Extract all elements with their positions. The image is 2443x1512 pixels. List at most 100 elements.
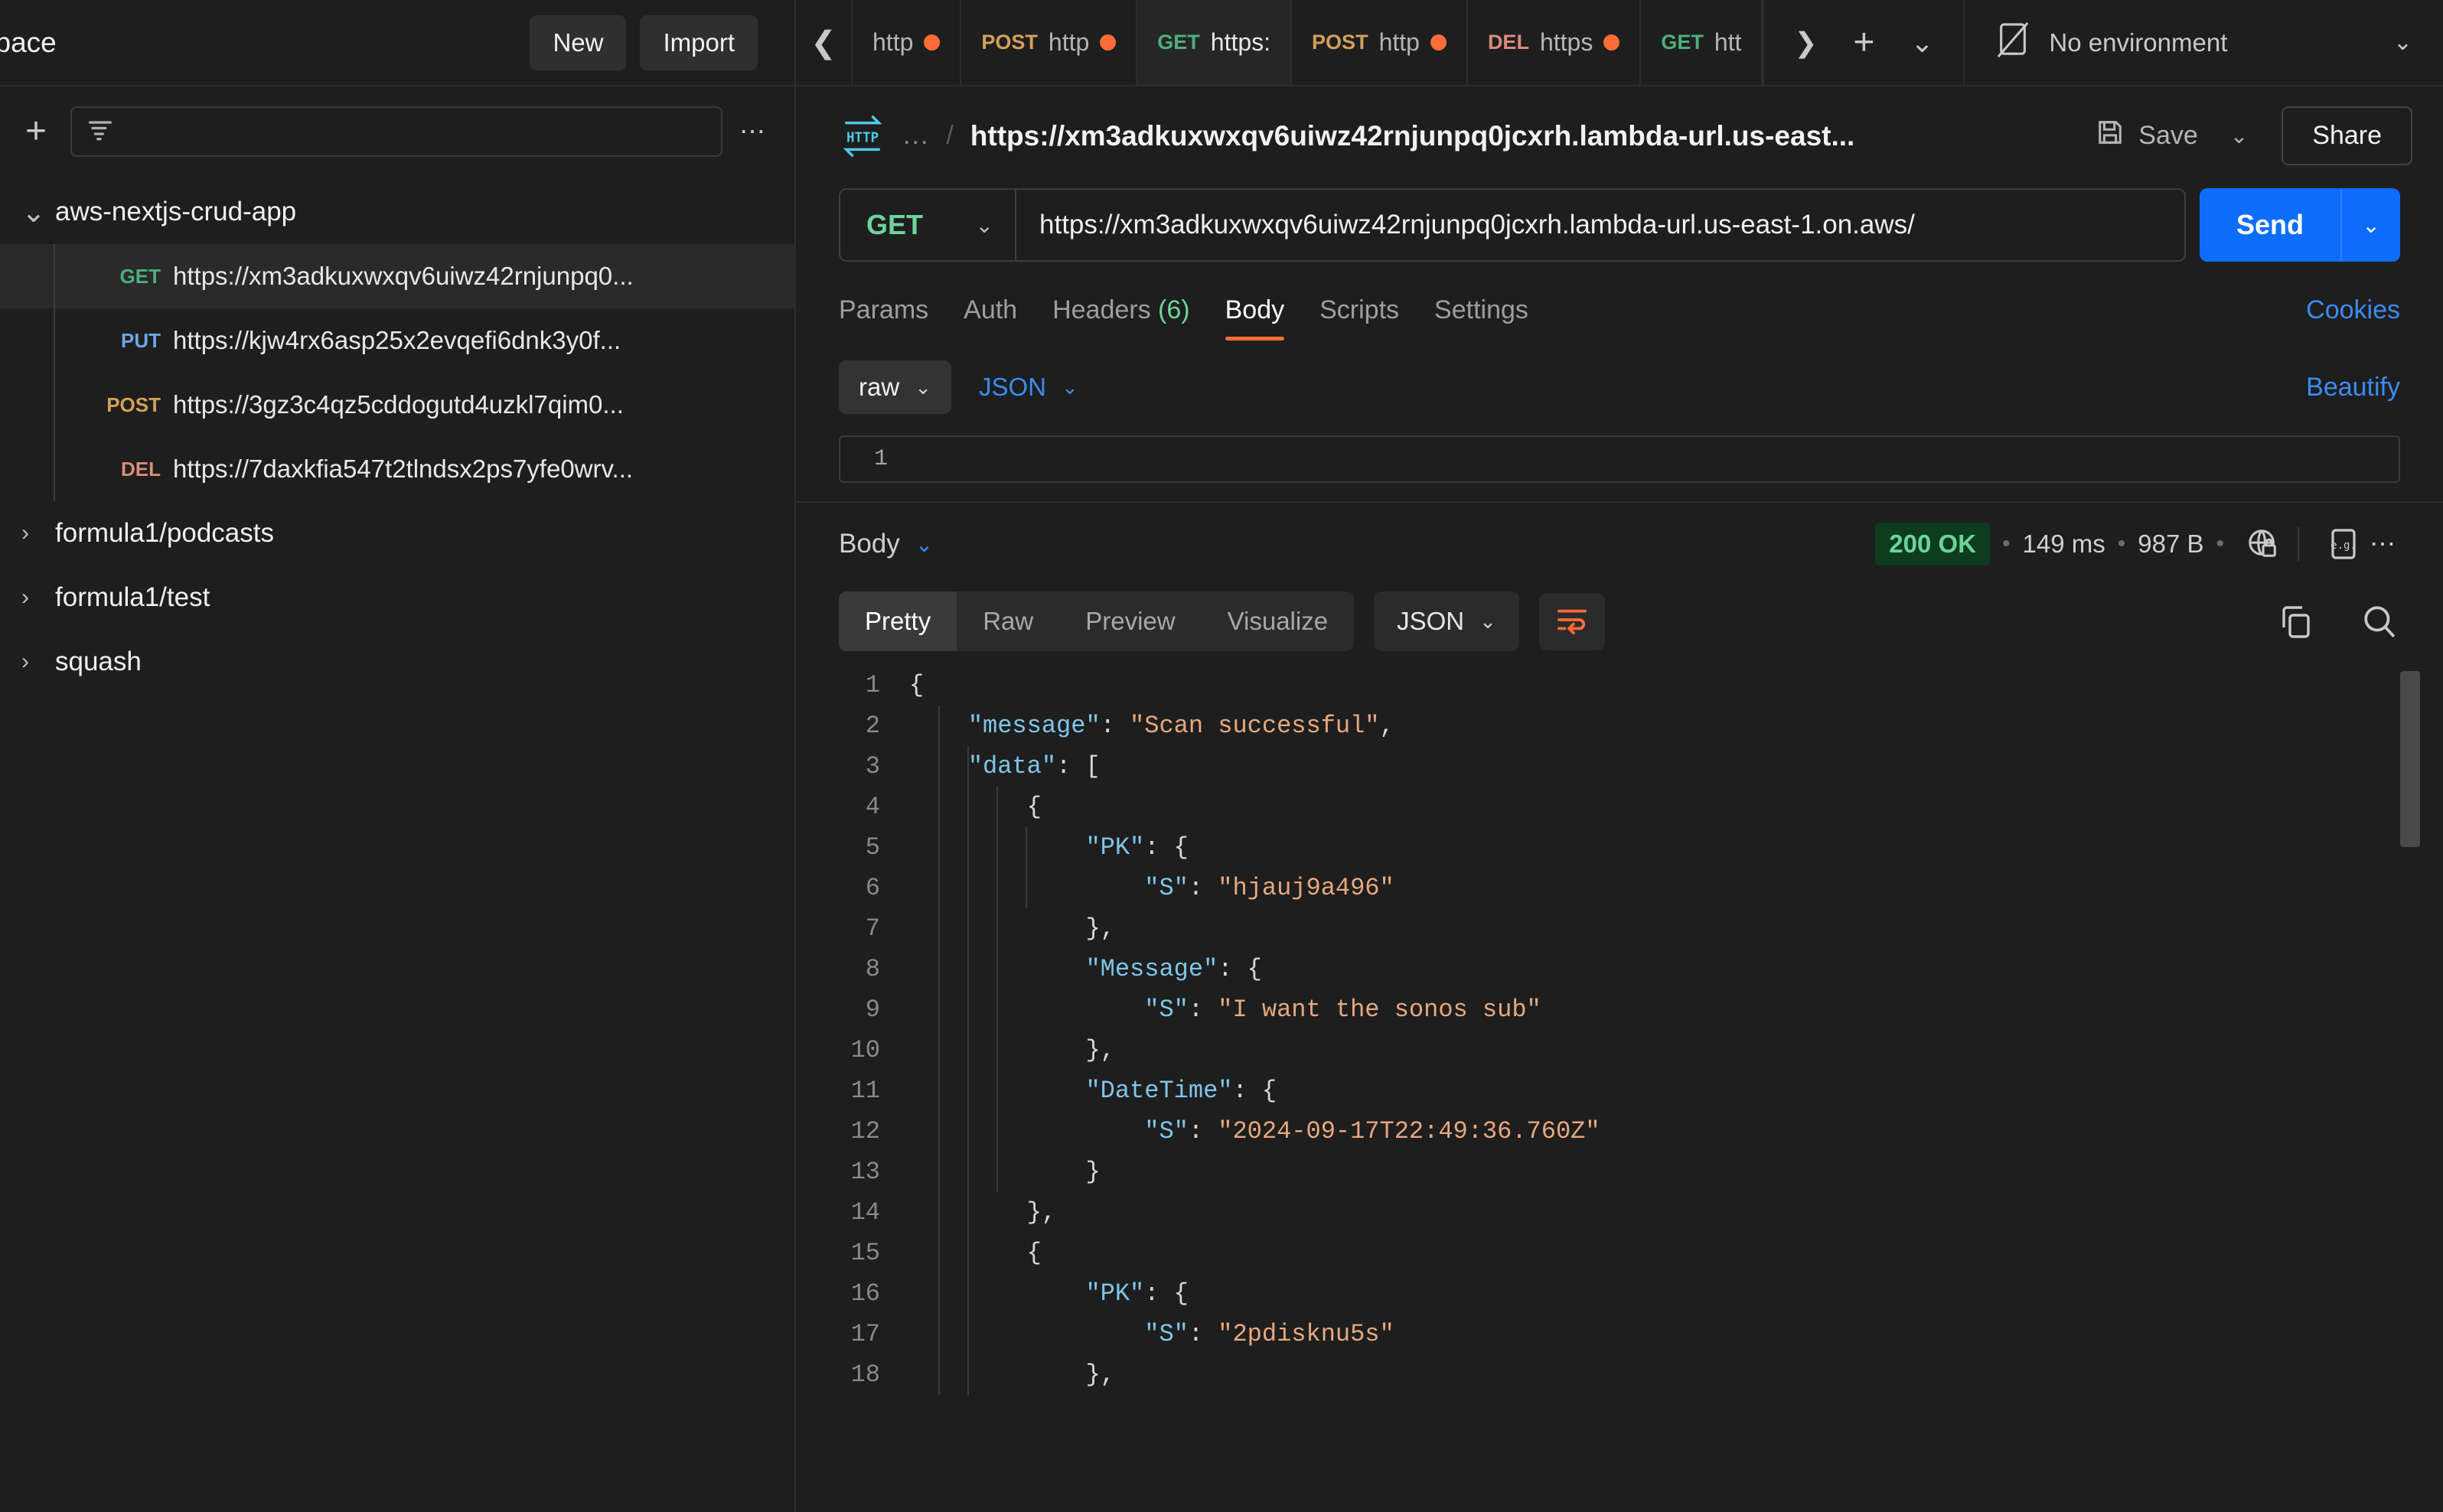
json-string: "hjauj9a496" bbox=[1218, 874, 1394, 902]
response-more-icon[interactable]: ⋯ bbox=[2370, 529, 2397, 559]
response-body-selector[interactable]: Body ⌄ bbox=[839, 529, 933, 559]
request-tab[interactable]: http bbox=[851, 0, 962, 85]
request-tab[interactable]: DEL https bbox=[1468, 0, 1642, 85]
tab-body[interactable]: Body bbox=[1225, 285, 1284, 341]
response-pane: Body ⌄ 200 OK • 149 ms • 987 B • e.g. ⋯ … bbox=[796, 501, 2443, 1512]
word-wrap-button[interactable] bbox=[1538, 592, 1605, 650]
line-number: 14 bbox=[850, 1198, 880, 1227]
request-url: https://3gz3c4qz5cddogutd4uzkl7qim0... bbox=[173, 390, 624, 419]
response-tab-raw[interactable]: Raw bbox=[957, 591, 1059, 651]
tab-settings[interactable]: Settings bbox=[1434, 285, 1528, 341]
no-environment-icon bbox=[1995, 21, 2030, 64]
status-badge: 200 OK bbox=[1875, 523, 1990, 565]
chevron-down-icon[interactable]: ⌄ bbox=[2393, 29, 2412, 56]
share-button[interactable]: Share bbox=[2282, 106, 2412, 165]
code-text: { bbox=[909, 787, 1042, 827]
json-punct: : { bbox=[1144, 833, 1189, 862]
new-tab-icon[interactable]: + bbox=[1839, 18, 1888, 67]
unsaved-indicator-icon bbox=[1430, 34, 1447, 51]
line-number: 2 bbox=[865, 712, 880, 740]
json-string: "2024-09-17T22:49:36.760Z" bbox=[1218, 1117, 1600, 1145]
send-button[interactable]: Send bbox=[2199, 188, 2340, 262]
plus-icon[interactable]: + bbox=[18, 113, 54, 150]
line-number: 12 bbox=[850, 1117, 880, 1145]
body-format-selector[interactable]: JSON ⌄ bbox=[979, 373, 1078, 402]
tabs-scroll-right-icon[interactable]: ❯ bbox=[1781, 18, 1830, 67]
collection-row[interactable]: › squash bbox=[0, 630, 794, 694]
tab-scripts[interactable]: Scripts bbox=[1319, 285, 1399, 341]
method-selector[interactable]: GET ⌄ bbox=[840, 190, 1016, 260]
save-button[interactable]: Save bbox=[2082, 107, 2212, 165]
tab-label: https: bbox=[1210, 28, 1271, 56]
json-key: "data" bbox=[967, 752, 1057, 780]
cookies-link[interactable]: Cookies bbox=[2306, 295, 2400, 341]
tab-headers[interactable]: Headers (6) bbox=[1052, 285, 1190, 341]
save-label: Save bbox=[2138, 121, 2198, 150]
chevron-right-icon[interactable]: › bbox=[21, 649, 55, 675]
chevron-down-icon[interactable]: ⌄ bbox=[21, 195, 55, 230]
send-group: Send ⌄ bbox=[2199, 188, 2400, 262]
code-line: 1{ bbox=[839, 665, 2443, 705]
tab-params[interactable]: Params bbox=[839, 285, 928, 341]
code-text: "data": [ bbox=[909, 746, 1101, 787]
search-icon[interactable] bbox=[2362, 604, 2397, 639]
request-tab[interactable]: GET htt bbox=[1641, 0, 1763, 85]
tabs-scroll-left-icon[interactable]: ❮ bbox=[796, 0, 851, 85]
code-line: 6 "S": "hjauj9a496" bbox=[839, 868, 2443, 908]
response-body-viewer[interactable]: 1{2 "message": "Scan successful", 3 "data… bbox=[796, 665, 2443, 1512]
beautify-button[interactable]: Beautify bbox=[2306, 373, 2400, 402]
request-row[interactable]: POST https://3gz3c4qz5cddogutd4uzkl7qim0.… bbox=[0, 373, 794, 437]
word-wrap-icon bbox=[1556, 605, 1588, 638]
copy-icon[interactable] bbox=[2279, 604, 2313, 638]
response-tab-preview[interactable]: Preview bbox=[1059, 591, 1201, 651]
response-tab-visualize[interactable]: Visualize bbox=[1202, 591, 1354, 651]
response-tab-pretty[interactable]: Pretty bbox=[839, 591, 957, 651]
chevron-down-icon: ⌄ bbox=[1479, 609, 1496, 633]
code-text: { bbox=[909, 1233, 1042, 1273]
request-row[interactable]: DEL https://7daxkfia547t2tlndsx2ps7yfe0wr… bbox=[0, 437, 794, 501]
request-row[interactable]: GET https://xm3adkuxwxqv6uiwz42rnjunpq0..… bbox=[0, 244, 794, 308]
collection-row[interactable]: › formula1/podcasts bbox=[0, 501, 794, 565]
new-button[interactable]: New bbox=[530, 15, 627, 70]
import-button[interactable]: Import bbox=[640, 15, 758, 70]
code-text: } bbox=[909, 1152, 1100, 1192]
url-input[interactable]: https://xm3adkuxwxqv6uiwz42rnjunpq0jcxrh… bbox=[1016, 190, 2184, 260]
example-response-icon[interactable]: e.g. bbox=[2328, 527, 2359, 561]
breadcrumb-separator: / bbox=[946, 121, 954, 150]
line-number: 3 bbox=[865, 752, 880, 780]
chevron-right-icon[interactable]: › bbox=[21, 520, 55, 546]
sidebar-more-icon[interactable]: ⋯ bbox=[739, 116, 767, 147]
code-text: "S": "2024-09-17T22:49:36.760Z" bbox=[909, 1111, 1600, 1152]
tab-list: http POST http GET https: POST http DEL https GET… bbox=[851, 0, 1763, 85]
request-tab[interactable]: GET https: bbox=[1137, 0, 1293, 85]
collection-name: squash bbox=[55, 647, 142, 676]
request-tab[interactable]: POST http bbox=[961, 0, 1138, 85]
request-method: POST bbox=[106, 393, 161, 416]
filter-input[interactable] bbox=[70, 106, 722, 157]
response-format-selector[interactable]: JSON ⌄ bbox=[1374, 591, 1519, 651]
tab-label: https bbox=[1539, 28, 1593, 56]
body-mode-selector[interactable]: raw ⌄ bbox=[839, 360, 951, 414]
request-row[interactable]: PUT https://kjw4rx6asp25x2evqefi6dnk3y0f.… bbox=[0, 308, 794, 373]
chevron-right-icon[interactable]: › bbox=[21, 585, 55, 611]
tabs-dropdown-icon[interactable]: ⌄ bbox=[1897, 18, 1946, 67]
request-body-editor[interactable]: 1 bbox=[839, 435, 2400, 483]
save-dropdown-icon[interactable]: ⌄ bbox=[2212, 112, 2266, 159]
tab-method: GET bbox=[1157, 31, 1200, 54]
workspace-title: space bbox=[0, 26, 57, 58]
body-editor-textarea[interactable] bbox=[897, 437, 2399, 481]
environment-selector[interactable]: No environment ⌄ bbox=[1965, 0, 2443, 85]
collection-row[interactable]: ⌄ aws-nextjs-crud-app bbox=[0, 180, 794, 244]
collection-row[interactable]: › formula1/test bbox=[0, 565, 794, 630]
send-dropdown-icon[interactable]: ⌄ bbox=[2340, 188, 2400, 262]
code-line: 3 "data": [ bbox=[839, 746, 2443, 787]
breadcrumb-ellipsis[interactable]: ... bbox=[903, 121, 929, 151]
code-line: 11 "DateTime": { bbox=[839, 1070, 2443, 1111]
request-tab[interactable]: POST http bbox=[1292, 0, 1468, 85]
tab-auth[interactable]: Auth bbox=[964, 285, 1017, 341]
json-key: "S" bbox=[1144, 874, 1189, 902]
response-scrollbar[interactable] bbox=[2400, 671, 2420, 847]
globe-lock-icon[interactable] bbox=[2247, 528, 2279, 560]
json-punct: : [ bbox=[1056, 752, 1101, 780]
request-method: PUT bbox=[121, 328, 161, 352]
